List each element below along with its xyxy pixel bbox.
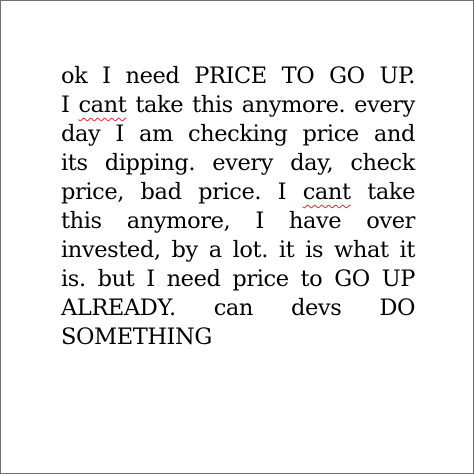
text-span: this anymore, I have over: [61, 208, 415, 234]
misspelled-word[interactable]: cant: [303, 179, 351, 205]
document-body-text[interactable]: ok I need PRICE TO GO UP. I cant take th…: [61, 62, 415, 352]
text-line-8: is. but I need price to GO UP: [61, 265, 415, 294]
document-page: ok I need PRICE TO GO UP. I cant take th…: [0, 0, 474, 474]
text-line-1: ok I need PRICE TO GO UP.: [61, 62, 415, 91]
text-line-10: SOMETHING: [61, 323, 415, 352]
text-span: is. but I need price to GO UP: [61, 266, 415, 292]
text-line-5: price, bad price. I cant take: [61, 178, 415, 207]
text-line-7: invested, by a lot. it is what it: [61, 236, 415, 265]
text-span: invested, by a lot. it is what it: [61, 237, 415, 263]
text-span: I: [61, 92, 79, 118]
text-span: take this anymore. every: [126, 92, 415, 118]
text-line-4: its dipping. every day, check: [61, 149, 415, 178]
text-span: its dipping. every day, check: [61, 150, 415, 176]
text-line-2: I cant take this anymore. every: [61, 91, 415, 120]
text-span: take: [350, 179, 415, 205]
text-line-3: day I am checking price and: [61, 120, 415, 149]
text-span: ok I need PRICE TO GO UP.: [61, 63, 415, 89]
text-span: ALREADY. can devs DO: [61, 295, 415, 321]
misspelled-word[interactable]: cant: [78, 92, 126, 118]
text-span: price, bad price. I: [61, 179, 303, 205]
text-line-9: ALREADY. can devs DO: [61, 294, 415, 323]
text-span: SOMETHING: [61, 324, 212, 350]
text-span: day I am checking price and: [61, 121, 415, 147]
text-line-6: this anymore, I have over: [61, 207, 415, 236]
